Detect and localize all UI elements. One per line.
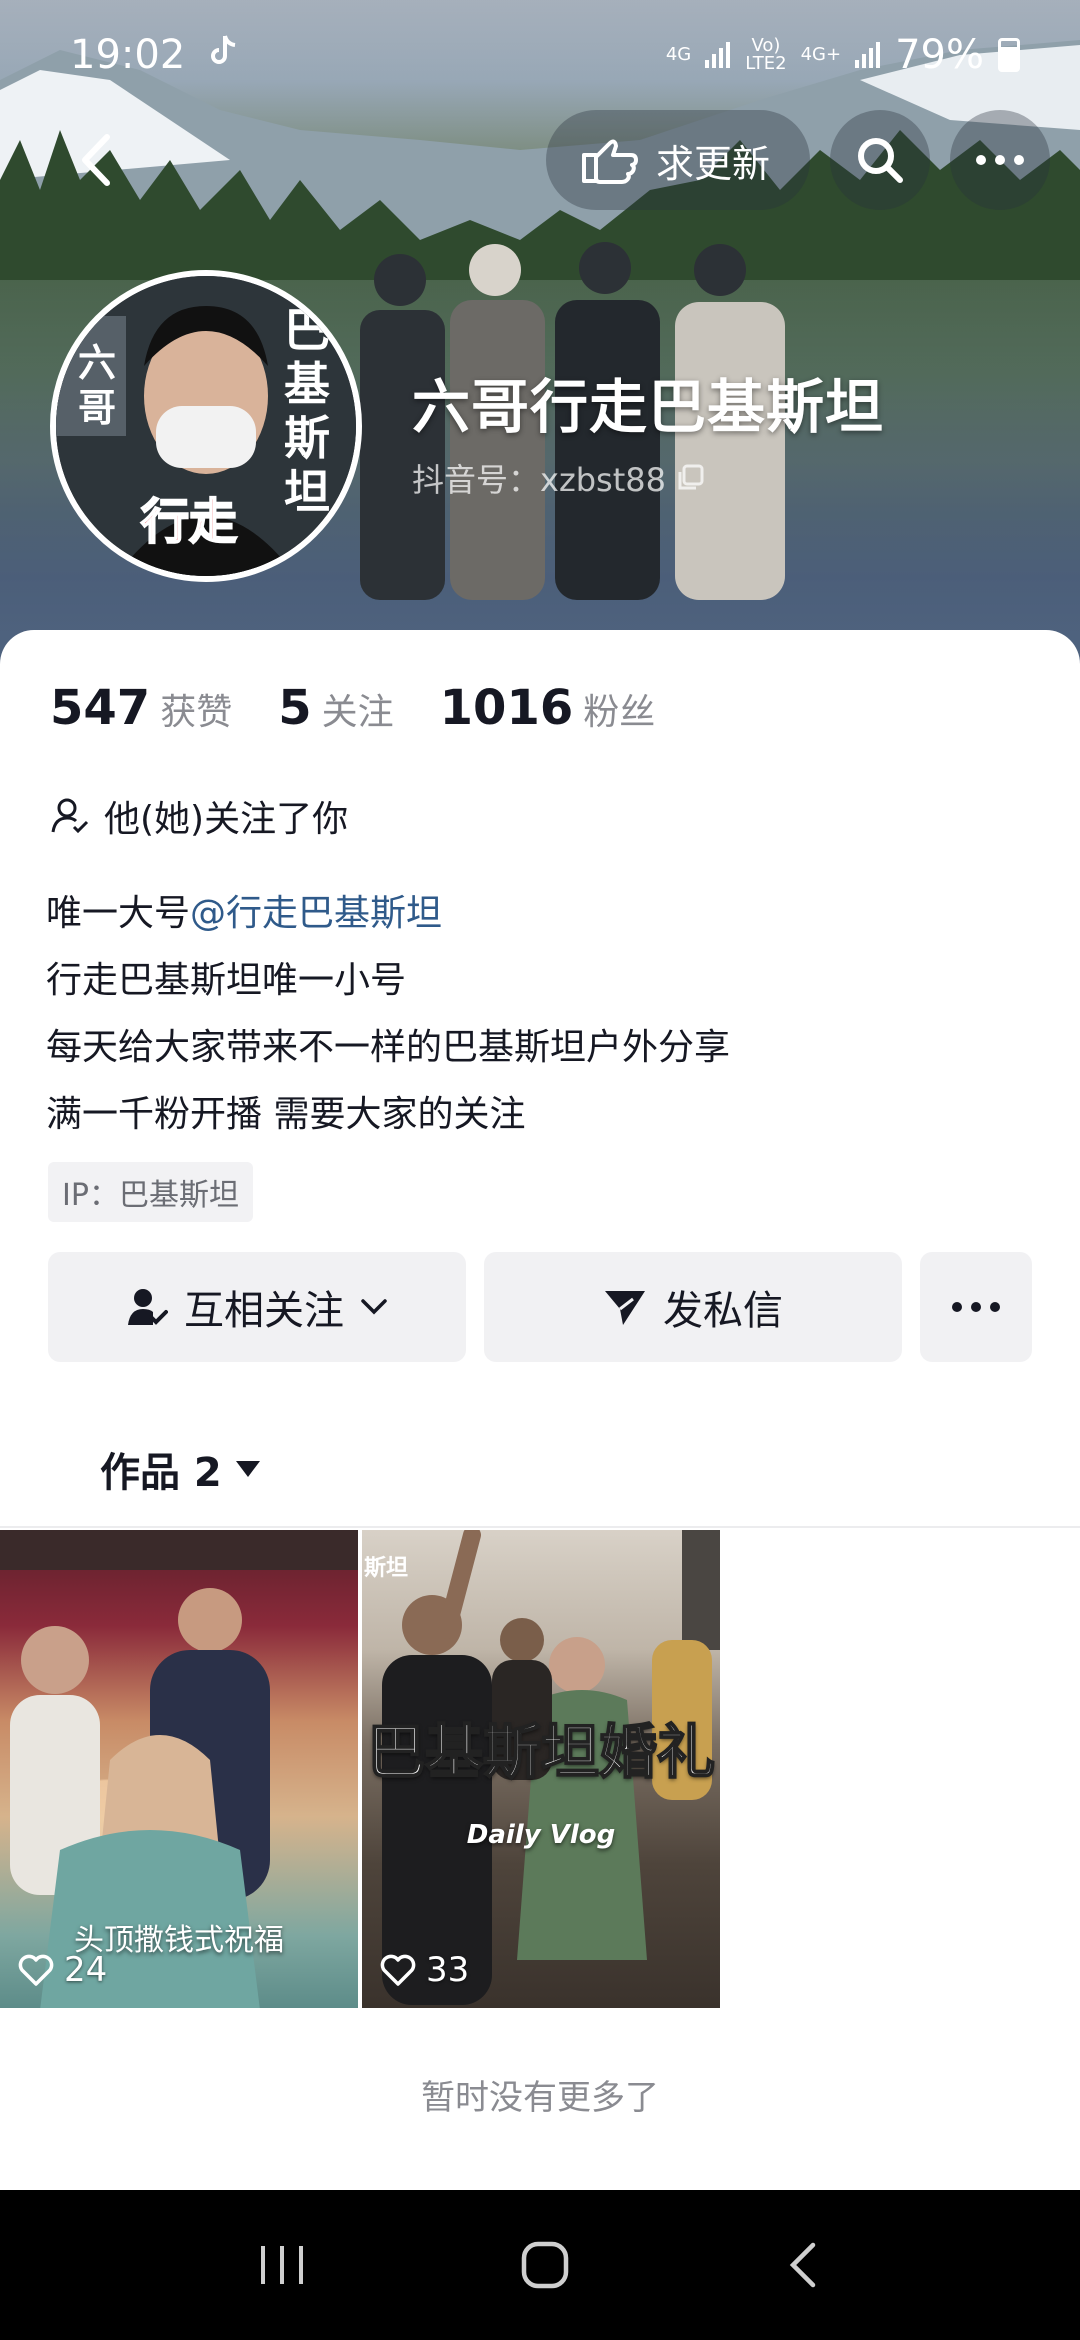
- stat-followers-value: 1016: [439, 680, 574, 736]
- profile-screen: 19:02 4G Vo) LTE2 4G+ 79% 求更新 巴 基 斯 坦 六 …: [0, 0, 1080, 2340]
- bio-line-1: 唯一大号@行走巴基斯坦: [46, 893, 443, 934]
- chevron-down-icon: [361, 1299, 387, 1315]
- mutual-follow-label: 互相关注: [184, 1288, 344, 1334]
- caret-down-icon: [235, 1461, 260, 1477]
- video-2-caption-big: 巴基斯坦婚礼: [366, 1717, 716, 1787]
- stat-following[interactable]: 5 关注: [278, 680, 393, 736]
- bio-line-2: 行走巴基斯坦唯一小号: [46, 960, 407, 1001]
- request-update-label: 求更新: [655, 141, 770, 186]
- more-icon: [976, 155, 1024, 165]
- stat-followers-label: 粉丝: [583, 692, 656, 733]
- svg-text:坦: 坦: [284, 465, 330, 519]
- user-check-icon: [51, 798, 89, 834]
- video-1-likes-count: 24: [64, 1950, 108, 1990]
- avatar-text-right-1: 巴: [284, 303, 330, 357]
- stat-likes-value: 547: [50, 680, 151, 736]
- mutual-follow-button[interactable]: 互相关注: [48, 1252, 466, 1362]
- profile-banner: 19:02 4G Vo) LTE2 4G+ 79% 求更新 巴 基 斯 坦 六 …: [0, 0, 1080, 680]
- network-4g: 4G: [665, 44, 692, 65]
- svg-text:行走: 行走: [141, 494, 237, 550]
- signal-icon-2: [855, 32, 881, 78]
- video-2-likes-count: 33: [426, 1950, 470, 1990]
- ip-location-tag: IP：巴基斯坦: [48, 1162, 253, 1222]
- svg-text:哥: 哥: [78, 386, 116, 430]
- more-actions-button[interactable]: [920, 1252, 1032, 1362]
- tab-divider: [0, 1526, 1080, 1528]
- back-nav-icon[interactable]: [783, 2240, 823, 2290]
- bio-line-3: 每天给大家带来不一样的巴基斯坦户外分享: [46, 1027, 731, 1068]
- request-update-button[interactable]: 求更新: [545, 110, 810, 210]
- stat-likes-label: 获赞: [160, 692, 233, 733]
- heart-icon: [18, 1954, 54, 1986]
- video-1-likes: 24: [18, 1950, 107, 1990]
- recent-apps-icon[interactable]: [257, 2242, 307, 2288]
- video-thumbnail-1[interactable]: 头顶撒钱式祝福 24: [0, 1530, 358, 2008]
- send-message-button[interactable]: 发私信: [484, 1252, 902, 1362]
- signal-icon: [705, 32, 731, 78]
- network-volte: Vo) LTE2: [745, 35, 787, 74]
- video-2-likes: 33: [380, 1950, 469, 1990]
- search-icon: [858, 138, 903, 183]
- header-actions: 求更新: [545, 110, 1050, 210]
- user-check-icon: [128, 1289, 168, 1325]
- profile-name: 六哥行走巴基斯坦: [412, 373, 885, 441]
- home-icon[interactable]: [520, 2240, 570, 2290]
- no-more-content-note: 暂时没有更多了: [421, 2078, 659, 2118]
- stats-row: 547 获赞 5 关注 1016 粉丝: [50, 680, 655, 736]
- stat-following-label: 关注: [321, 692, 394, 733]
- heart-icon: [380, 1954, 416, 1986]
- status-bar: 19:02 4G Vo) LTE2 4G+ 79%: [0, 0, 1080, 110]
- back-button[interactable]: [60, 120, 130, 200]
- bio-line-4: 满一千粉开播 需要大家的关注: [46, 1094, 526, 1135]
- tab-works[interactable]: 作品 2: [100, 1440, 262, 1498]
- tiktok-notification-icon: [209, 32, 239, 78]
- system-nav-bar: [0, 2190, 1080, 2340]
- douyin-id[interactable]: 抖音号：xzbst88: [412, 455, 704, 501]
- video-thumbnail-2[interactable]: 巴基斯坦婚礼 Daily Vlog 斯坦 33: [362, 1530, 720, 2008]
- stat-likes[interactable]: 547 获赞: [50, 680, 232, 736]
- battery-percent: 79%: [895, 32, 984, 78]
- action-row: 互相关注 发私信: [48, 1252, 1032, 1362]
- follows-you-note: 他(她)关注了你: [50, 790, 348, 842]
- more-options-button[interactable]: [950, 110, 1050, 210]
- profile-card: 547 获赞 5 关注 1016 粉丝 他(她)关注了你 唯一大号@行走巴基斯坦…: [0, 630, 1080, 2190]
- video-2-caption-small: Daily Vlog: [466, 1820, 616, 1850]
- svg-text:斯: 斯: [284, 411, 330, 465]
- svg-text:六: 六: [78, 341, 116, 385]
- stat-following-value: 5: [278, 680, 312, 736]
- more-icon: [952, 1302, 1000, 1312]
- status-time: 19:02: [70, 32, 186, 78]
- send-message-label: 发私信: [663, 1288, 783, 1334]
- send-icon: [605, 1291, 645, 1325]
- video-grid: 头顶撒钱式祝福 24 巴基斯坦婚礼 Daily Vlog 斯坦 33: [0, 1530, 1080, 2010]
- search-button[interactable]: [830, 110, 930, 210]
- video-2-corner-text: 斯坦: [364, 1556, 409, 1581]
- follows-you-text: 他(她)关注了你: [104, 799, 349, 840]
- battery-icon: [998, 38, 1020, 72]
- avatar[interactable]: 巴 基 斯 坦 六 哥 行走: [50, 270, 362, 582]
- network-4g-plus: 4G+: [800, 44, 842, 65]
- douyin-id-text: 抖音号：xzbst88: [412, 461, 666, 499]
- tab-works-label: 作品 2: [100, 1450, 222, 1496]
- bio-mention-link[interactable]: @行走巴基斯坦: [190, 893, 442, 934]
- svg-text:基: 基: [284, 357, 330, 411]
- back-icon: [82, 134, 110, 186]
- bio: 唯一大号@行走巴基斯坦 行走巴基斯坦唯一小号 每天给大家带来不一样的巴基斯坦户外…: [46, 880, 730, 1148]
- stat-followers[interactable]: 1016 粉丝: [440, 680, 656, 736]
- hand-pointing-icon: [581, 139, 638, 184]
- copy-icon[interactable]: [676, 464, 704, 492]
